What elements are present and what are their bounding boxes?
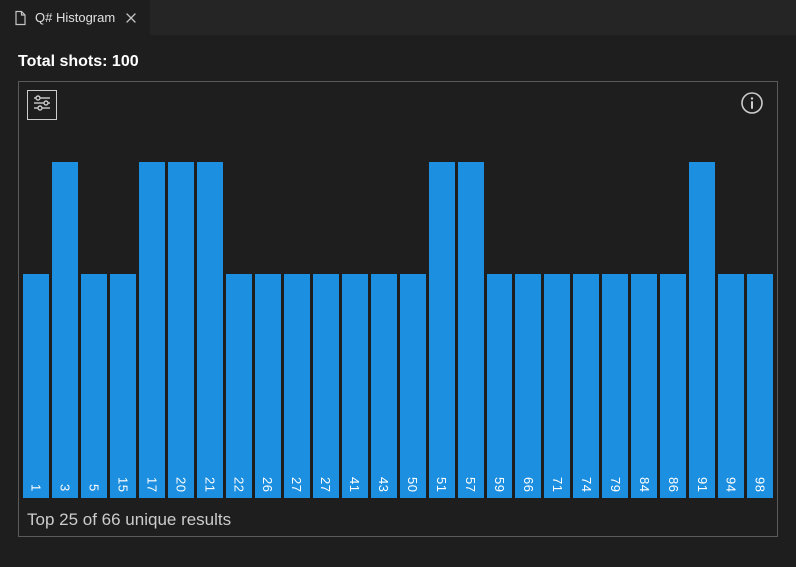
info-icon	[740, 91, 764, 120]
histogram-bar[interactable]: 94	[718, 274, 744, 498]
histogram-bar-label: 22	[231, 477, 246, 498]
sliders-icon	[32, 93, 52, 118]
histogram-bar-label: 74	[579, 477, 594, 498]
histogram-bar[interactable]: 5	[81, 274, 107, 498]
histogram-bar-label: 3	[57, 484, 72, 498]
histogram-bar-label: 94	[724, 477, 739, 498]
histogram-bar-label: 27	[318, 477, 333, 498]
histogram-bar-label: 17	[144, 477, 159, 498]
histogram-bar-label: 1	[28, 484, 43, 498]
histogram-bar[interactable]: 86	[660, 274, 686, 498]
histogram-bar[interactable]: 59	[487, 274, 513, 498]
histogram-bar[interactable]: 27	[284, 274, 310, 498]
histogram-bar[interactable]: 41	[342, 274, 368, 498]
tab-qsharp-histogram[interactable]: Q# Histogram	[0, 0, 151, 35]
histogram-bar[interactable]: 74	[573, 274, 599, 498]
histogram-bar-label: 71	[550, 477, 565, 498]
histogram-bar-label: 20	[173, 477, 188, 498]
histogram-bar[interactable]: 91	[689, 162, 715, 498]
histogram-bar[interactable]: 1	[23, 274, 49, 498]
histogram-bar[interactable]: 20	[168, 162, 194, 498]
histogram-bar[interactable]: 27	[313, 274, 339, 498]
histogram-bar[interactable]: 22	[226, 274, 252, 498]
histogram-bar-label: 98	[753, 477, 768, 498]
histogram-bar[interactable]: 21	[197, 162, 223, 498]
histogram-panel: 135 15 17 20 21 22 26 27 27 41 43 50 51 57 59 66 71 74 79 8…	[18, 81, 778, 537]
histogram-bar[interactable]: 15	[110, 274, 136, 498]
tab-bar: Q# Histogram	[0, 0, 796, 35]
histogram-bar-label: 51	[434, 477, 449, 498]
histogram-bar[interactable]: 79	[602, 274, 628, 498]
histogram-bar[interactable]: 17	[139, 162, 165, 498]
histogram-bar[interactable]: 98	[747, 274, 773, 498]
histogram-bar[interactable]: 57	[458, 162, 484, 498]
histogram-bar-label: 27	[289, 477, 304, 498]
chart-caption: Top 25 of 66 unique results	[27, 510, 231, 530]
histogram-bar[interactable]: 50	[400, 274, 426, 498]
histogram-bar[interactable]: 43	[371, 274, 397, 498]
close-icon[interactable]	[122, 9, 140, 27]
histogram-bar-label: 5	[86, 484, 101, 498]
histogram-bar-label: 86	[666, 477, 681, 498]
histogram-bar-label: 21	[202, 477, 217, 498]
histogram-bar-label: 50	[405, 477, 420, 498]
histogram-bar[interactable]: 71	[544, 274, 570, 498]
histogram-bars: 135 15 17 20 21 22 26 27 27 41 43 50 51 57 59 66 71 74 79 8…	[23, 162, 773, 498]
total-shots-label: Total shots: 100	[18, 53, 778, 71]
histogram-bar[interactable]: 3	[52, 162, 78, 498]
content-area: Total shots: 100	[0, 35, 796, 537]
histogram-bar[interactable]: 84	[631, 274, 657, 498]
tab-title: Q# Histogram	[35, 10, 115, 25]
histogram-bar-label: 66	[521, 477, 536, 498]
histogram-bar[interactable]: 26	[255, 274, 281, 498]
histogram-bar-label: 79	[608, 477, 623, 498]
histogram-bar[interactable]: 51	[429, 162, 455, 498]
histogram-bar-label: 15	[115, 477, 130, 498]
histogram-bar-label: 57	[463, 477, 478, 498]
histogram-bar-label: 59	[492, 477, 507, 498]
histogram-bar[interactable]: 66	[515, 274, 541, 498]
info-button[interactable]	[739, 92, 765, 118]
histogram-bar-label: 84	[637, 477, 652, 498]
settings-button[interactable]	[27, 90, 57, 120]
histogram-bar-label: 41	[347, 477, 362, 498]
histogram-bar-label: 91	[695, 477, 710, 498]
file-icon	[12, 10, 28, 26]
histogram-bar-label: 26	[260, 477, 275, 498]
histogram-bar-label: 43	[376, 477, 391, 498]
